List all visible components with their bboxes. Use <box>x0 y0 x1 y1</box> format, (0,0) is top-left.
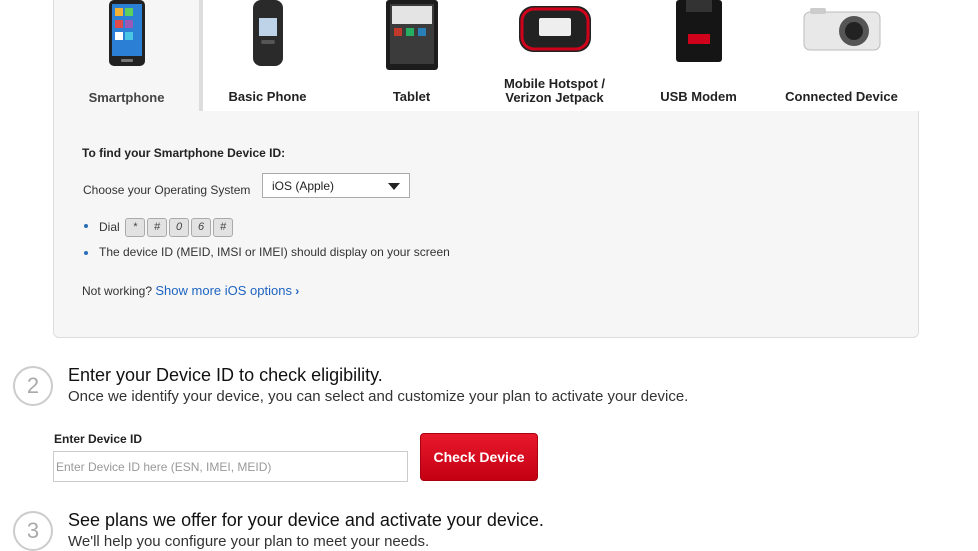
dial-key: * <box>125 218 146 237</box>
os-select[interactable]: iOS (Apple) <box>262 173 410 198</box>
tab-label: Tablet <box>392 89 431 104</box>
tab-label: USB Modem <box>660 89 737 104</box>
dial-key: 6 <box>191 218 212 237</box>
device-type-tabs: Smartphone Basic Phone Tablet Mobile Hot… <box>53 0 919 112</box>
not-working-line: Not working? Show more iOS options › <box>82 283 299 298</box>
step-number: 3 <box>13 511 53 551</box>
tab-mobile-hotspot[interactable]: Mobile Hotspot / Verizon Jetpack <box>483 0 626 112</box>
tab-label: Connected Device <box>785 89 898 104</box>
dial-key: # <box>213 218 234 237</box>
device-id-input[interactable] <box>53 451 408 482</box>
step-number: 2 <box>13 366 53 406</box>
step-title: Enter your Device ID to check eligibilit… <box>68 365 383 385</box>
step-subtitle: Once we identify your device, you can se… <box>68 388 689 405</box>
dial-key: # <box>147 218 168 237</box>
step-subtitle: We'll help you configure your plan to me… <box>68 533 430 550</box>
tab-smartphone[interactable]: Smartphone <box>53 0 203 112</box>
device-id-label: Enter Device ID <box>54 432 143 446</box>
dial-label: Dial <box>99 219 120 234</box>
not-working-text: Not working? <box>82 284 153 298</box>
tablet-icon <box>385 0 438 70</box>
check-device-button[interactable]: Check Device <box>420 433 538 481</box>
os-label: Choose your Operating System <box>83 183 251 197</box>
tab-connected-device[interactable]: Connected Device <box>770 0 913 112</box>
flip-phone-icon <box>252 0 283 66</box>
display-instruction: The device ID (MEID, IMSI or IMEI) shoul… <box>84 245 450 259</box>
camera-icon <box>803 8 880 51</box>
dial-keys: * #0 6 # <box>125 218 235 237</box>
chevron-down-icon <box>388 183 400 190</box>
tab-label: Smartphone <box>88 90 165 105</box>
show-more-options-link[interactable]: Show more iOS options <box>155 283 292 298</box>
dial-key: 0 <box>169 218 190 237</box>
smartphone-icon <box>108 0 145 66</box>
usb-modem-icon <box>675 0 722 62</box>
tab-basic-phone[interactable]: Basic Phone <box>196 0 339 112</box>
instructions-panel: To find your Smartphone Device ID: Choos… <box>53 111 919 338</box>
dial-instruction: Dial * #0 6 # <box>84 218 235 237</box>
tab-label: Basic Phone <box>228 89 307 104</box>
step-title: See plans we offer for your device and a… <box>68 510 544 530</box>
tab-tablet[interactable]: Tablet <box>340 0 483 112</box>
os-selected-value: iOS (Apple) <box>272 179 335 193</box>
chevron-right-icon: › <box>295 284 300 298</box>
tab-label: Mobile Hotspot / Verizon Jetpack <box>503 76 606 105</box>
tab-usb-modem[interactable]: USB Modem <box>627 0 770 112</box>
hotspot-icon <box>518 6 591 52</box>
panel-heading: To find your Smartphone Device ID: <box>82 146 286 160</box>
